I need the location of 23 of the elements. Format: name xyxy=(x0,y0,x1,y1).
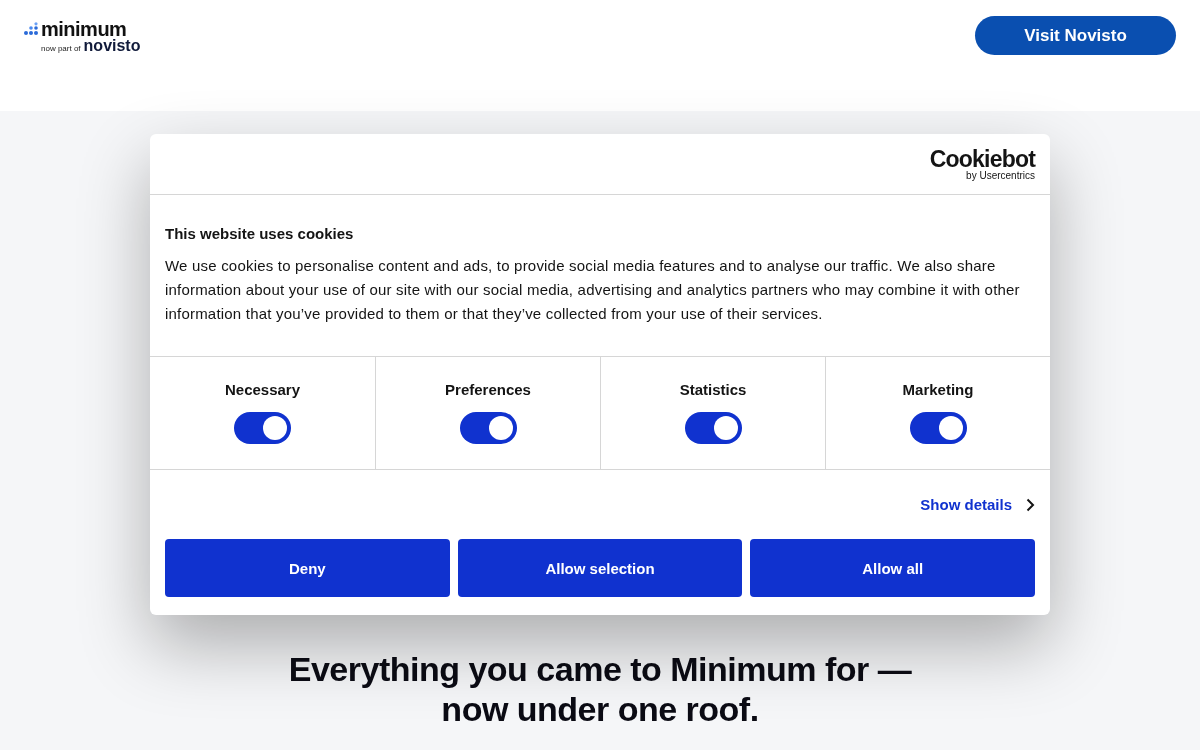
consent-button[interactable]: Allow all xyxy=(750,539,1035,597)
dots-icon xyxy=(24,22,38,36)
chevron-right-icon[interactable] xyxy=(1026,497,1035,512)
toggle-switch[interactable] xyxy=(684,412,742,444)
logo-tagline: now part of xyxy=(41,44,81,53)
headline: Everything you came to Minimum for — now under one roof. xyxy=(287,649,913,729)
toggle-switch[interactable] xyxy=(234,412,291,444)
category-label: Necessary xyxy=(224,381,301,398)
consent-button[interactable]: Allow selection xyxy=(457,539,743,597)
dialog-title: This website uses cookies xyxy=(165,225,355,242)
show-details-link[interactable]: Show details xyxy=(920,496,1012,513)
partner-logo-text: novisto xyxy=(83,38,141,54)
category-label: Preferences xyxy=(445,381,531,398)
category-label: Marketing xyxy=(902,381,974,398)
logo-text: minimum xyxy=(41,20,127,38)
brand-subtitle: by Usercentrics xyxy=(966,169,1035,181)
category-label: Statistics xyxy=(679,381,747,398)
dialog-text: We use cookies to personalise content and ads, to provide social media features and to analyse our traffic. We also share information about your use of our site with our social media, advertising and analytics partners who may combine it with other information that you’ve provided to them or that they’ve collected from your use of their services. xyxy=(165,256,1021,324)
toggle-switch[interactable] xyxy=(909,412,967,444)
toggle-switch[interactable] xyxy=(459,412,517,444)
brand-logo-text: Cookiebot xyxy=(929,147,1035,170)
consent-button[interactable]: Deny xyxy=(165,539,450,597)
visit-button[interactable]: Visit Novisto xyxy=(975,16,1176,55)
